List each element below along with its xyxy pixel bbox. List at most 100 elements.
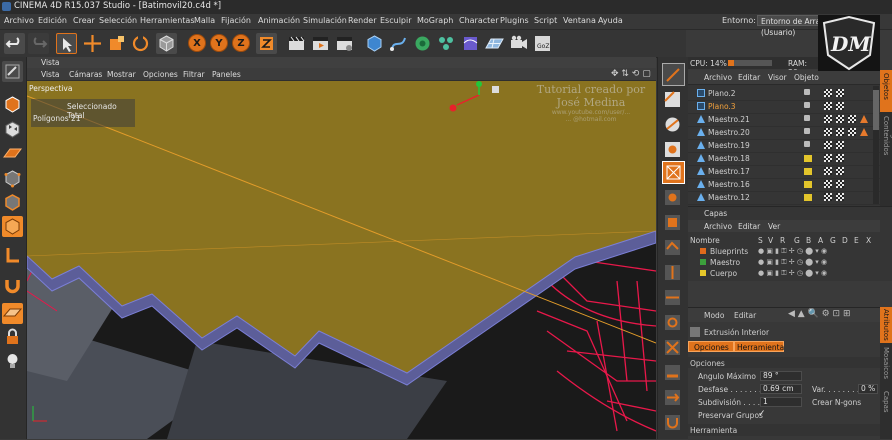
add-spline-button[interactable]: [388, 33, 409, 54]
menu-crear[interactable]: Crear: [73, 16, 95, 25]
extrude-inner-button[interactable]: [662, 161, 685, 184]
object-list-scrollbar[interactable]: [873, 86, 879, 204]
menu-herramientas[interactable]: Herramientas: [140, 16, 195, 25]
normal-move-button[interactable]: [662, 262, 683, 283]
add-light-button[interactable]: GoZ: [532, 33, 553, 54]
layer-row[interactable]: Blueprints ● ▣ ▮ ⚿ ✢ ◷ ⬤ ▾ ◉: [688, 246, 880, 256]
layer-row[interactable]: Maestro ● ▣ ▮ ⚿ ✢ ◷ ⬤ ▾ ◉: [688, 257, 880, 267]
scale-button[interactable]: [106, 33, 127, 54]
viewport-menu-paneles[interactable]: Paneles: [212, 70, 241, 79]
menu-archivo[interactable]: Archivo: [4, 16, 34, 25]
om-menu-objeto[interactable]: Objeto: [794, 73, 819, 82]
menu-plugins[interactable]: Plugins: [500, 16, 529, 25]
layers-menu-ver[interactable]: Ver: [768, 222, 780, 231]
object-row[interactable]: Maestro.20: [688, 126, 880, 140]
iron-button[interactable]: [662, 362, 683, 383]
menu-ayuda[interactable]: Ayuda: [598, 16, 623, 25]
object-row[interactable]: Maestro.12: [688, 191, 880, 205]
layer-row[interactable]: Cuerpo ● ▣ ▮ ⚿ ✢ ◷ ⬤ ▾ ◉: [688, 268, 880, 278]
subdiv-field[interactable]: 1: [760, 397, 802, 407]
live-selection-button[interactable]: [56, 33, 77, 54]
light-bulb-button[interactable]: [2, 351, 23, 372]
x-axis-lock[interactable]: X: [188, 34, 206, 52]
slide-button[interactable]: [662, 387, 683, 408]
render-picture-viewer-button[interactable]: [310, 33, 331, 54]
add-camera-button[interactable]: [508, 33, 529, 54]
object-row[interactable]: Maestro.21: [688, 113, 880, 127]
rotate-button[interactable]: [130, 33, 151, 54]
viewport-menu-filtrar[interactable]: Filtrar: [183, 70, 205, 79]
menu-mograph[interactable]: MoGraph: [417, 16, 453, 25]
smooth-shift-button[interactable]: [662, 237, 683, 258]
object-mode-button[interactable]: [156, 33, 177, 54]
om-menu-visor[interactable]: Visor: [768, 73, 787, 82]
lock-workplane-button[interactable]: [2, 327, 23, 348]
side-tab-objetos[interactable]: Objetos: [880, 70, 892, 112]
add-cube-button[interactable]: [364, 33, 385, 54]
side-tab-atributos[interactable]: Atributos: [880, 307, 892, 343]
attr-menu-modo[interactable]: Modo: [704, 311, 724, 320]
side-tab-navegador[interactable]: Navegador de Contenidos: [882, 116, 892, 206]
weld-button[interactable]: [662, 337, 683, 358]
knife-tool-button[interactable]: [662, 63, 685, 86]
model-mode-button[interactable]: [2, 94, 23, 115]
menu-script[interactable]: Script: [534, 16, 557, 25]
move-button[interactable]: [82, 33, 103, 54]
menu-simulacion[interactable]: Simulación: [303, 16, 347, 25]
viewport-menu-camaras[interactable]: Cámaras: [69, 70, 102, 79]
attr-nav-icons[interactable]: ◀ ▲ 🔍 ⚙ ⊡ ⊞: [788, 309, 851, 319]
tab-opciones[interactable]: Opciones: [688, 341, 734, 352]
menu-esculpir[interactable]: Esculpir: [380, 16, 412, 25]
menu-ventana[interactable]: Ventana: [563, 16, 596, 25]
menu-fijacion[interactable]: Fijación: [221, 16, 251, 25]
menu-animacion[interactable]: Animación: [258, 16, 300, 25]
object-row[interactable]: Maestro.17: [688, 165, 880, 179]
layer-toggles[interactable]: ● ▣ ▮ ⚿ ✢ ◷ ⬤ ▾ ◉: [758, 269, 827, 278]
brush-tool-button[interactable]: [662, 139, 683, 160]
redo-button[interactable]: [28, 33, 49, 54]
var-field[interactable]: 0 %: [858, 384, 878, 394]
bridge-tool-button[interactable]: [662, 114, 683, 135]
add-nurbs-button[interactable]: [412, 33, 433, 54]
menu-character[interactable]: Character: [459, 16, 499, 25]
menu-edicion[interactable]: Edición: [38, 16, 67, 25]
snap-button[interactable]: [2, 303, 23, 324]
viewport-menu-opciones[interactable]: Opciones: [143, 70, 178, 79]
polygons-mode-button[interactable]: [2, 216, 23, 237]
axis-mode-button[interactable]: [2, 245, 23, 266]
object-row[interactable]: Plano.3: [688, 100, 880, 114]
normal-scale-button[interactable]: [662, 287, 683, 308]
layers-menu-editar[interactable]: Editar: [738, 222, 760, 231]
magnet-button[interactable]: [2, 275, 23, 296]
workplane-mode-button[interactable]: [2, 143, 23, 164]
add-floor-button[interactable]: [484, 33, 505, 54]
normal-rotate-button[interactable]: [662, 312, 683, 333]
make-editable-button[interactable]: [2, 61, 23, 82]
desfase-field[interactable]: 0.69 cm: [760, 384, 802, 394]
om-menu-editar[interactable]: Editar: [738, 73, 760, 82]
object-row[interactable]: Maestro.19: [688, 139, 880, 153]
viewport-nav-icons[interactable]: ✥ ⇅ ⟲ ▢: [611, 69, 651, 79]
points-mode-button[interactable]: [2, 168, 23, 189]
menu-seleccion[interactable]: Selección: [99, 16, 137, 25]
angulo-field[interactable]: 89 °: [760, 371, 802, 381]
layer-toggles[interactable]: ● ▣ ▮ ⚿ ✢ ◷ ⬤ ▾ ◉: [758, 258, 827, 267]
object-row[interactable]: Maestro.18: [688, 152, 880, 166]
preservar-checkbox[interactable]: ✓: [758, 409, 766, 419]
attr-menu-editar[interactable]: Editar: [734, 311, 756, 320]
z-axis-lock[interactable]: Z: [232, 34, 250, 52]
bevel-tool-button[interactable]: [662, 89, 683, 110]
side-tab-mosaicos[interactable]: Mosaicos: [882, 347, 890, 379]
viewport-menu-mostrar[interactable]: Mostrar: [107, 70, 136, 79]
magnet-tool-button[interactable]: [662, 412, 683, 433]
menu-malla[interactable]: Malla: [194, 16, 215, 25]
extrude-button[interactable]: [662, 187, 683, 208]
render-settings-button[interactable]: [334, 33, 355, 54]
add-array-button[interactable]: [436, 33, 457, 54]
y-axis-lock[interactable]: Y: [210, 34, 228, 52]
matrix-extrude-button[interactable]: [662, 212, 683, 233]
om-menu-archivo[interactable]: Archivo: [704, 73, 732, 82]
layers-menu-archivo[interactable]: Archivo: [704, 222, 732, 231]
side-tab-capas[interactable]: Capas: [882, 391, 890, 413]
3d-viewport[interactable]: Perspectiva Seleccionado Total Polígonos…: [27, 81, 656, 439]
